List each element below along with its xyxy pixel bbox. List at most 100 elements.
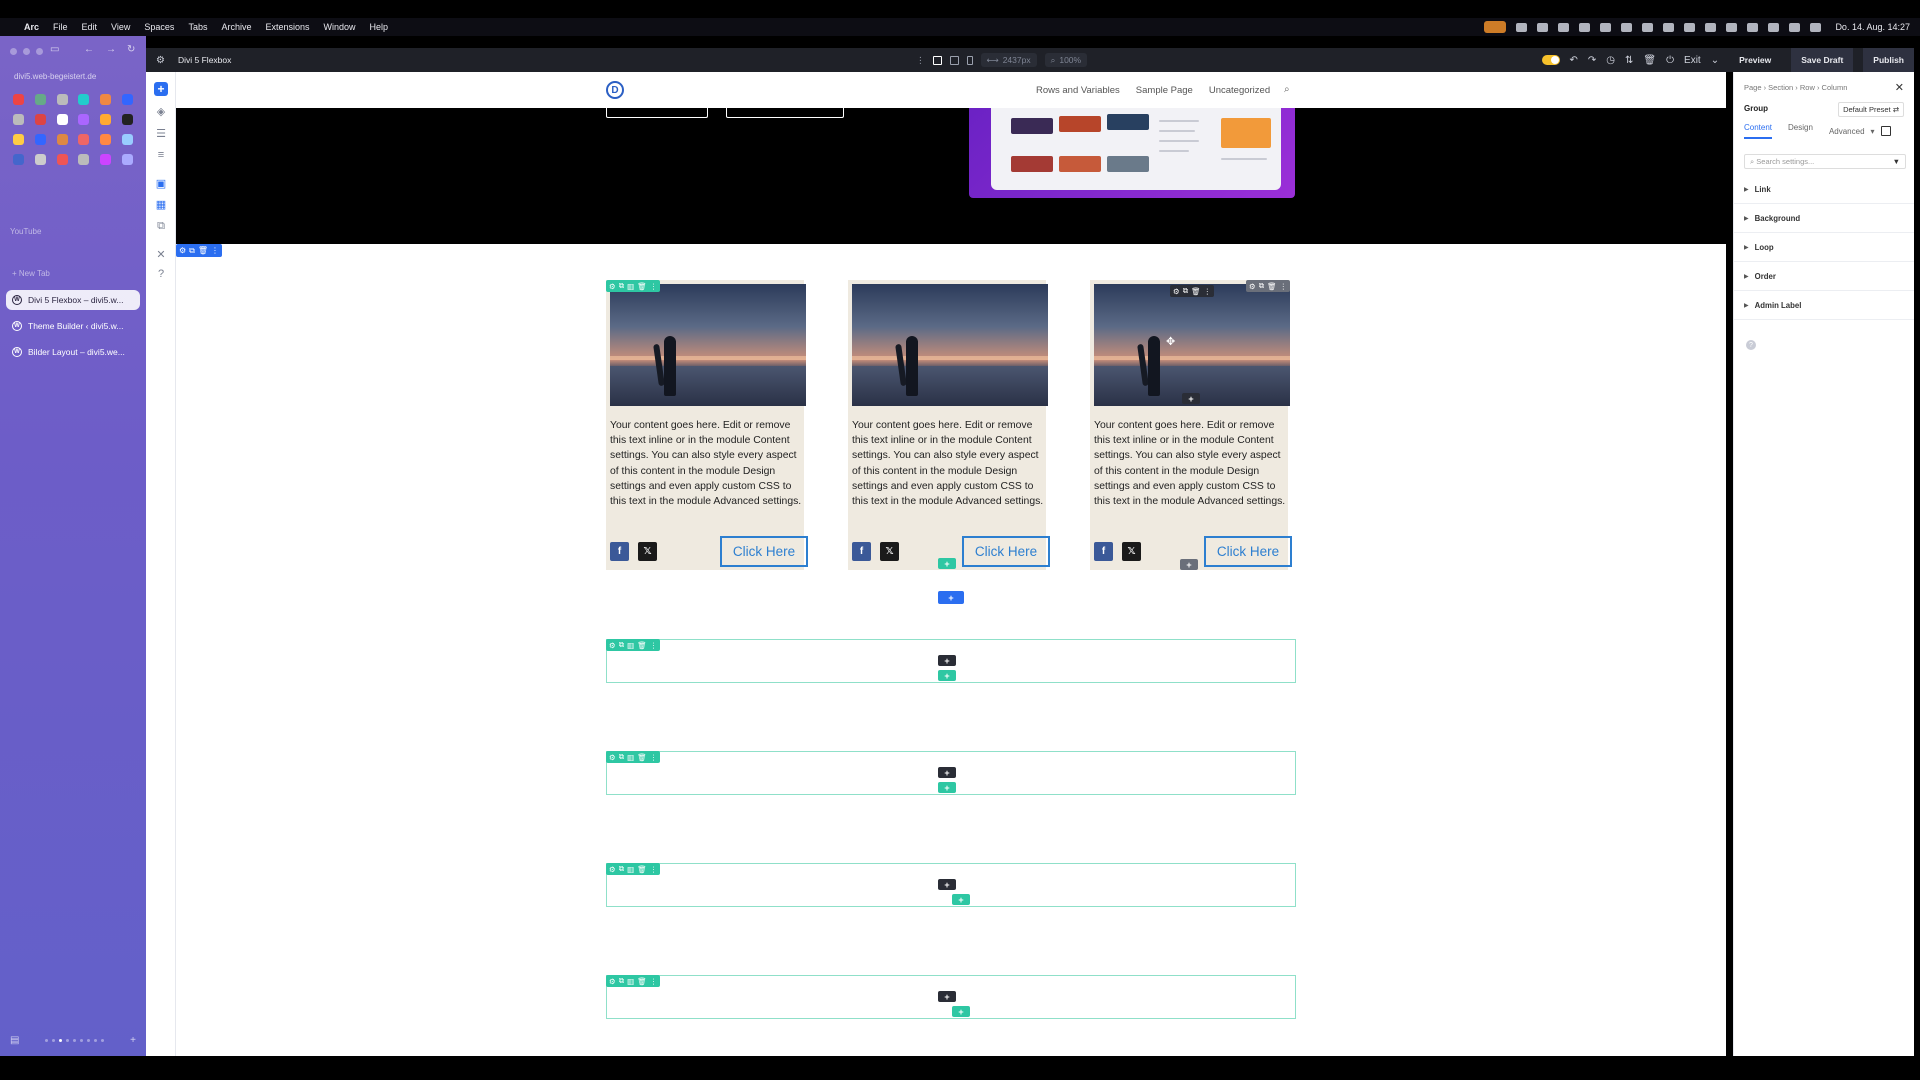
library-icon[interactable]: ⧉ xyxy=(154,220,168,234)
tab-design[interactable]: Design xyxy=(1788,123,1813,139)
add-module-button[interactable]: + xyxy=(938,879,956,890)
gear-icon[interactable]: ⚙ xyxy=(609,282,616,291)
display-icon[interactable] xyxy=(1705,22,1717,32)
battery-icon[interactable] xyxy=(1747,22,1759,32)
favorite-site-icon[interactable] xyxy=(34,114,46,125)
control-center-icon[interactable] xyxy=(1810,22,1822,32)
columns-icon[interactable]: ▥ xyxy=(627,282,634,291)
add-module-button[interactable]: + xyxy=(938,991,956,1002)
cloud-icon[interactable] xyxy=(1558,22,1570,32)
favorite-site-icon[interactable] xyxy=(56,154,68,165)
nav-rows-and-variables[interactable]: Rows and Variables xyxy=(1036,85,1120,96)
trash-icon[interactable]: 🗑 xyxy=(637,753,647,762)
responsive-toggle-icon[interactable] xyxy=(1880,126,1891,136)
exit-button[interactable]: Exit xyxy=(1684,55,1701,66)
x-icon[interactable]: 𝕏 xyxy=(1122,542,1141,561)
column-toolbar[interactable]: ⚙ ⧉ 🗑 ⋮ xyxy=(1246,280,1291,292)
hero-button-outline[interactable] xyxy=(726,108,844,118)
row-toolbar[interactable]: ⚙ ⧉ ▥ 🗑 ⋮ xyxy=(606,975,661,987)
timer-icon[interactable] xyxy=(1726,22,1738,32)
status-app-icon[interactable] xyxy=(1484,21,1507,33)
image-module-toolbar[interactable]: ⚙ ⧉ 🗑 ⋮ xyxy=(1170,285,1215,297)
back-icon[interactable]: ← xyxy=(84,44,94,55)
facebook-icon[interactable]: f xyxy=(852,542,871,561)
row-toolbar[interactable]: ⚙ ⧉ ▥ 🗑 ⋮ xyxy=(606,751,661,763)
duplicate-icon[interactable]: ⧉ xyxy=(189,246,195,256)
menu-edit[interactable]: Edit xyxy=(82,22,98,32)
favorite-site-icon[interactable] xyxy=(78,134,90,145)
duplicate-icon[interactable]: ⧉ xyxy=(1259,281,1264,291)
row-toolbar[interactable]: ⚙ ⧉ ▥ 🗑 ⋮ xyxy=(606,863,661,875)
undo-icon[interactable]: ↶ xyxy=(1570,55,1578,66)
add-row-button[interactable]: + xyxy=(938,591,964,604)
menu-tabs[interactable]: Tabs xyxy=(188,22,207,32)
help-icon[interactable]: ? xyxy=(154,268,168,282)
help-icon[interactable]: ? xyxy=(1746,340,1756,350)
preset-select[interactable]: Default Preset ⇄ xyxy=(1838,102,1904,117)
trash-icon[interactable]: 🗑 xyxy=(637,641,647,650)
group-loop[interactable]: ▶ Loop xyxy=(1734,233,1914,262)
favorite-site-icon[interactable] xyxy=(99,154,111,165)
columns-icon[interactable]: ▥ xyxy=(627,641,634,650)
preview-button[interactable]: Preview xyxy=(1729,48,1781,72)
duplicate-icon[interactable]: ⧉ xyxy=(619,640,624,650)
app-store-icon[interactable] xyxy=(1642,22,1654,32)
clipboard-icon[interactable] xyxy=(1621,22,1633,32)
menu-view[interactable]: View xyxy=(111,22,130,32)
more-icon[interactable]: ⋮ xyxy=(650,641,658,650)
add-row-button[interactable]: + xyxy=(952,1006,970,1017)
layers-icon[interactable]: ◈ xyxy=(154,105,168,119)
tablet-view-icon[interactable] xyxy=(949,55,959,65)
menu-spaces[interactable]: Spaces xyxy=(144,22,174,32)
favorite-site-icon[interactable] xyxy=(99,134,111,145)
tab-advanced[interactable]: Advanced xyxy=(1829,127,1865,136)
vimeo-icon[interactable] xyxy=(1600,22,1612,32)
address-bar[interactable]: divi5.web-begeistert.de xyxy=(14,72,96,81)
favorite-site-icon[interactable] xyxy=(13,154,25,165)
redo-icon[interactable]: ↷ xyxy=(1588,55,1596,66)
drive-icon[interactable] xyxy=(1537,22,1549,32)
menu-app-name[interactable]: Arc xyxy=(24,22,39,32)
menubar-clock[interactable]: Do. 14. Aug. 14:27 xyxy=(1835,22,1910,32)
group-order[interactable]: ▶ Order xyxy=(1734,262,1914,291)
blurb-card[interactable]: Your content goes here. Edit or remove t… xyxy=(606,280,808,570)
facebook-icon[interactable]: f xyxy=(610,542,629,561)
gear-icon[interactable]: ⚙ xyxy=(1173,287,1180,296)
add-module-button[interactable]: + xyxy=(1180,559,1198,570)
tab-bilder-layout[interactable]: W Bilder Layout – divi5.we... xyxy=(6,342,140,362)
reload-icon[interactable]: ↻ xyxy=(127,44,135,55)
favorite-site-icon[interactable] xyxy=(34,94,46,105)
menu-window[interactable]: Window xyxy=(324,22,356,32)
folder-label[interactable]: YouTube xyxy=(10,227,41,236)
nav-sample-page[interactable]: Sample Page xyxy=(1136,85,1193,96)
tab-theme-builder[interactable]: W Theme Builder ‹ divi5.w... xyxy=(6,316,140,336)
trash-icon[interactable]: 🗑 xyxy=(637,865,647,874)
nav-uncategorized[interactable]: Uncategorized xyxy=(1209,85,1270,96)
row-toolbar[interactable]: ⚙ ⧉ ▥ 🗑 ⋮ xyxy=(606,639,661,651)
click-here-button[interactable]: Click Here xyxy=(962,536,1050,567)
settings-search-input[interactable]: ⌕ Search settings... ▼ xyxy=(1744,154,1906,169)
forward-icon[interactable]: → xyxy=(106,44,116,55)
favorite-site-icon[interactable] xyxy=(56,114,68,125)
favorite-site-icon[interactable] xyxy=(121,94,133,105)
favorite-site-icon[interactable] xyxy=(121,154,133,165)
sidebar-toggle-icon[interactable]: ▭ xyxy=(50,44,59,55)
gear-icon[interactable]: ⚙ xyxy=(179,246,186,255)
favorite-site-icon[interactable] xyxy=(78,114,90,125)
menu-archive[interactable]: Archive xyxy=(221,22,251,32)
width-field[interactable]: ⟷ 2437px xyxy=(980,53,1037,67)
add-module-button[interactable]: + xyxy=(938,558,956,569)
add-module-icon[interactable]: + xyxy=(154,82,168,96)
list-icon[interactable]: ≡ xyxy=(154,149,168,163)
duplicate-icon[interactable]: ⧉ xyxy=(619,976,624,986)
add-module-button[interactable]: + xyxy=(938,767,956,778)
gear-icon[interactable]: ⚙ xyxy=(156,55,170,66)
close-window-icon[interactable] xyxy=(10,48,17,55)
more-icon[interactable]: ⋮ xyxy=(650,977,658,986)
group-link[interactable]: ▶ Link xyxy=(1734,175,1914,204)
favorite-site-icon[interactable] xyxy=(56,94,68,105)
favorite-site-icon[interactable] xyxy=(99,94,111,105)
favorite-site-icon[interactable] xyxy=(13,114,25,125)
zoom-window-icon[interactable] xyxy=(36,48,43,55)
more-icon[interactable]: ⋮ xyxy=(1204,287,1212,296)
